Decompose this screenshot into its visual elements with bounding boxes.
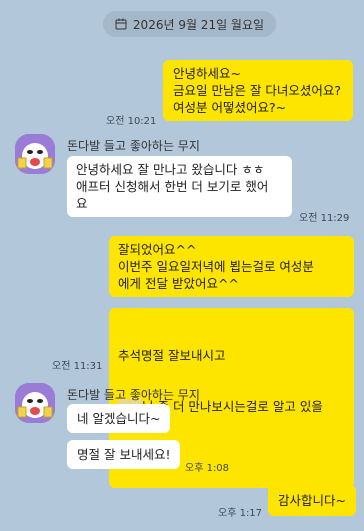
message-line: 추석명절 잘보내시고	[118, 348, 226, 363]
avatar[interactable]	[15, 383, 55, 423]
message-time: 오전 11:31	[52, 361, 103, 372]
their-message-ok[interactable]: 네 알겠습니다~	[67, 404, 171, 433]
muji-avatar-icon	[15, 134, 55, 174]
calendar-icon	[115, 18, 127, 30]
message-time: 오후 1:17	[218, 508, 263, 519]
my-message-thanks[interactable]: 감사합니다~	[268, 485, 356, 516]
my-message-greeting[interactable]: 안녕하세요~ 금요일 만남은 잘 다녀오셨어요? 여성분 어떻셨어요?~	[163, 60, 353, 121]
my-message-confirm[interactable]: 잘되었어요^^ 이번주 일요일저녁에 뵙는걸로 여성분 에게 전달 받았어요^^	[109, 236, 354, 297]
their-message-reply[interactable]: 안녕하세요 잘 만나고 왔습니다 ㅎㅎ 애프터 신청해서 한번 더 보기로 했어…	[67, 156, 292, 217]
avatar[interactable]	[15, 134, 55, 174]
message-time: 오후 1:08	[185, 463, 230, 474]
message-time: 오전 11:29	[299, 213, 350, 224]
date-divider: 2026년 9월 21일 월요일	[103, 11, 276, 37]
muji-avatar-icon	[15, 383, 55, 423]
date-label: 2026년 9월 21일 월요일	[132, 17, 265, 32]
message-time: 오전 10:21	[106, 116, 157, 127]
sender-name: 돈다발 들고 좋아하는 무지	[67, 388, 200, 402]
their-message-holiday[interactable]: 명절 잘 보내세요!	[67, 440, 181, 469]
sender-name: 돈다발 들고 좋아하는 무지	[67, 139, 200, 153]
